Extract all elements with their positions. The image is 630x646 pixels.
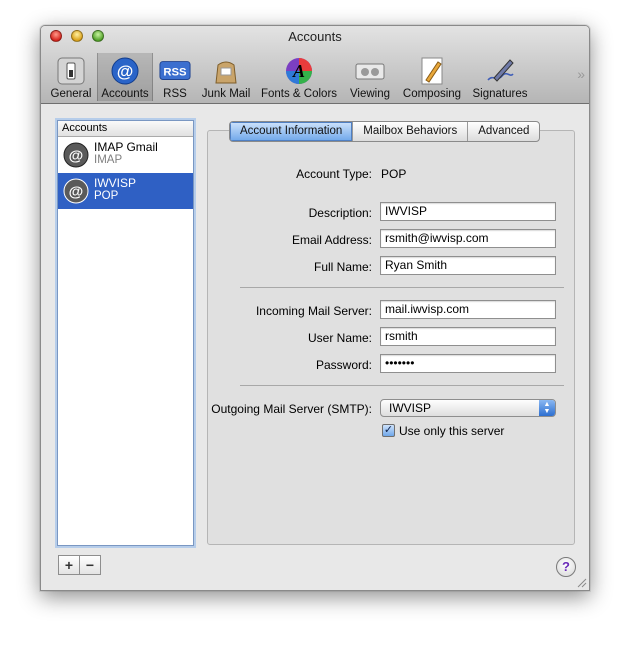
- toolbar-label-rss: RSS: [163, 88, 187, 100]
- tab-account-information[interactable]: Account Information: [230, 122, 354, 141]
- incoming-mail-server-label: Incoming Mail Server:: [255, 304, 372, 318]
- toolbar-item-composing[interactable]: Composing: [399, 53, 465, 101]
- svg-text:A: A: [292, 61, 305, 81]
- toolbar-label-viewing: Viewing: [349, 88, 391, 100]
- toolbar: Accounts General @ Accounts RSS RSS Junk…: [41, 26, 589, 104]
- account-item-imap-gmail[interactable]: @ IMAP Gmail IMAP: [58, 137, 193, 173]
- account-name: IMAP Gmail: [94, 140, 158, 154]
- toolbar-item-junk-mail[interactable]: Junk Mail: [197, 53, 255, 101]
- window-title: Accounts: [288, 29, 342, 44]
- outgoing-mail-server-select[interactable]: IWVISP ▲ ▼: [380, 399, 556, 417]
- svg-text:@: @: [69, 148, 84, 165]
- description-label: Description:: [308, 206, 372, 220]
- accounts-list[interactable]: Accounts @ IMAP Gmail IMAP @ IWVISP POP: [57, 120, 194, 546]
- tab-advanced[interactable]: Advanced: [468, 122, 539, 141]
- toolbar-label-general: General: [50, 88, 92, 100]
- use-only-this-server-checkbox[interactable]: ✓: [382, 424, 395, 437]
- toolbar-label-accounts: Accounts: [101, 88, 149, 100]
- rss-icon: RSS: [159, 55, 191, 87]
- account-type: IMAP: [94, 154, 123, 166]
- description-field[interactable]: IWVISP: [380, 202, 556, 221]
- email-address-field[interactable]: rsmith@iwvisp.com: [380, 229, 556, 248]
- signature-pen-icon: [484, 55, 516, 87]
- toolbar-item-accounts[interactable]: @ Accounts: [97, 53, 153, 101]
- help-button[interactable]: ?: [556, 557, 576, 577]
- accounts-preferences-window: Accounts General @ Accounts RSS RSS Junk…: [40, 25, 590, 591]
- account-at-icon: @: [63, 142, 89, 168]
- toolbar-overflow-icon[interactable]: »: [577, 66, 585, 82]
- remove-account-button[interactable]: −: [79, 555, 101, 575]
- account-type: POP: [94, 190, 119, 202]
- select-arrows-icon: ▲ ▼: [539, 400, 555, 416]
- junk-mail-bag-icon: [210, 55, 242, 87]
- svg-text:@: @: [69, 184, 84, 201]
- password-field[interactable]: •••••••: [380, 354, 556, 373]
- email-address-label: Email Address:: [291, 233, 372, 247]
- divider: [240, 385, 564, 386]
- svg-text:RSS: RSS: [163, 67, 187, 79]
- full-name-label: Full Name:: [313, 260, 372, 274]
- account-type-value: POP: [381, 167, 407, 181]
- user-name-field[interactable]: rsmith: [380, 327, 556, 346]
- resize-grip-icon[interactable]: [575, 576, 587, 588]
- svg-text:@: @: [117, 62, 134, 81]
- at-sign-icon: @: [109, 55, 141, 87]
- outgoing-mail-server-value: IWVISP: [389, 401, 432, 415]
- account-name: IWVISP: [94, 176, 137, 190]
- incoming-mail-server-field[interactable]: mail.iwvisp.com: [380, 300, 556, 319]
- toolbar-label-signatures: Signatures: [472, 88, 528, 100]
- fonts-colors-icon: A: [283, 55, 315, 87]
- user-name-label: User Name:: [307, 331, 372, 345]
- viewing-icon: [354, 55, 386, 87]
- composing-pencil-icon: [416, 55, 448, 87]
- tab-bar: Account Information Mailbox Behaviors Ad…: [229, 121, 541, 142]
- add-account-button[interactable]: +: [58, 555, 80, 575]
- account-at-icon: @: [63, 178, 89, 204]
- tab-mailbox-behaviors[interactable]: Mailbox Behaviors: [353, 122, 469, 141]
- full-name-field[interactable]: Ryan Smith: [380, 256, 556, 275]
- toolbar-item-general[interactable]: General: [47, 53, 95, 101]
- account-type-label: Account Type:: [296, 167, 372, 181]
- accounts-list-header: Accounts: [58, 121, 193, 137]
- password-label: Password:: [315, 358, 372, 372]
- divider: [240, 287, 564, 288]
- use-only-this-server-label[interactable]: Use only this server: [399, 424, 504, 438]
- toolbar-label-composing: Composing: [402, 88, 462, 100]
- general-switch-icon: [55, 55, 87, 87]
- toolbar-item-fonts-colors[interactable]: A Fonts & Colors: [257, 53, 341, 101]
- outgoing-mail-server-label: Outgoing Mail Server (SMTP):: [211, 402, 372, 416]
- toolbar-item-signatures[interactable]: Signatures: [469, 53, 531, 101]
- account-item-iwvisp[interactable]: @ IWVISP POP: [58, 173, 193, 209]
- toolbar-label-junk-mail: Junk Mail: [201, 88, 251, 100]
- toolbar-item-rss[interactable]: RSS RSS: [155, 53, 195, 101]
- toolbar-item-viewing[interactable]: Viewing: [345, 53, 395, 101]
- toolbar-label-fonts-colors: Fonts & Colors: [260, 88, 338, 100]
